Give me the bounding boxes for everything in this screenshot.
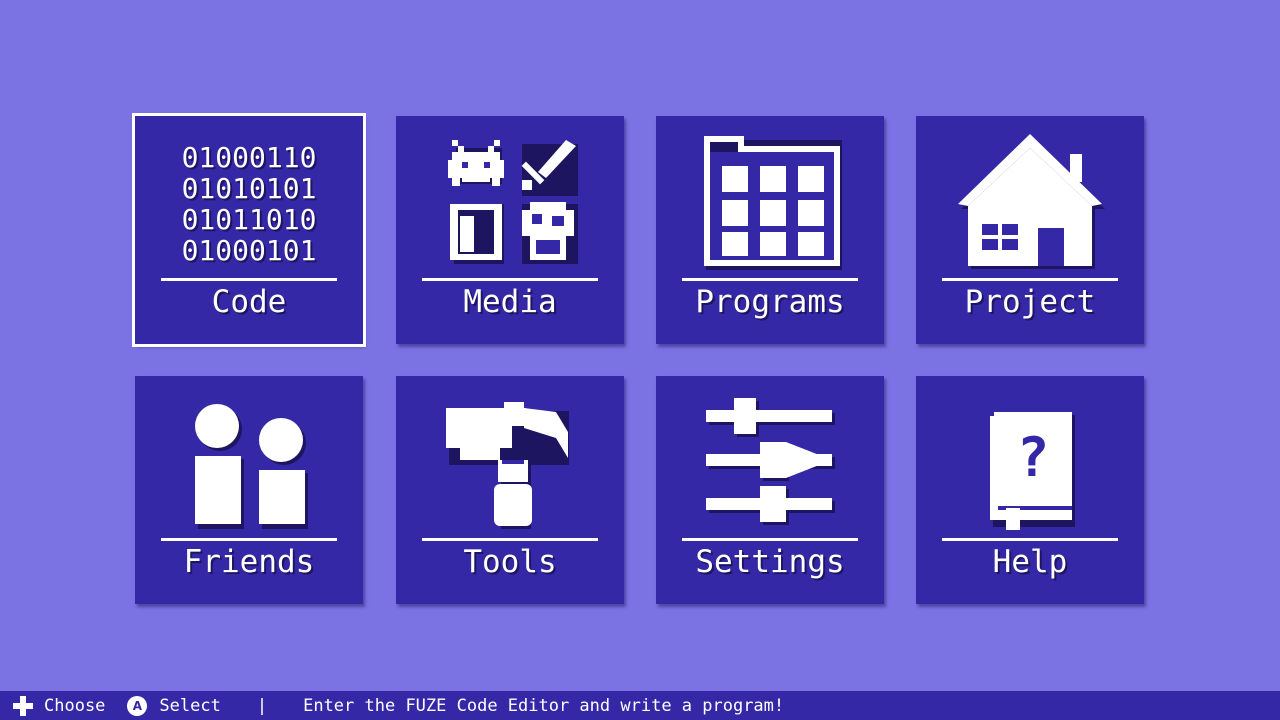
tile-media[interactable]: Media [396,116,624,344]
tile-divider [161,278,337,281]
binary-line: 01000110 [181,141,317,174]
choose-hint: Choose [0,695,105,717]
hint-text: Enter the FUZE Code Editor and write a p… [303,695,785,716]
tile-label: Help [992,544,1068,580]
tile-label: Settings [695,544,845,580]
dpad-icon [13,695,33,716]
tile-divider [682,278,858,281]
tile-tools[interactable]: Tools [396,376,624,604]
folder-grid-icon [656,116,884,276]
tile-divider [942,278,1118,281]
tile-divider [422,538,598,541]
binary-icon: 01000110 01010101 01011010 01000101 [135,142,363,266]
tile-label: Programs [695,284,845,320]
tile-divider [422,278,598,281]
media-icon [396,116,624,276]
tile-label: Media [463,284,557,320]
binary-line: 01000101 [181,234,317,267]
select-hint: A Select [105,695,221,716]
separator: | [256,695,268,716]
sliders-icon [656,376,884,536]
tile-divider [161,538,337,541]
a-button-icon: A [127,695,148,716]
tile-code[interactable]: 01000110 01010101 01011010 01000101 Code [132,113,366,347]
binary-line: 01010101 [181,172,317,205]
help-book-icon: ? [916,376,1144,536]
house-icon [916,116,1144,276]
friends-icon [135,376,363,536]
tile-label: Code [211,284,287,320]
tile-label: Friends [183,544,315,580]
tile-settings[interactable]: Settings [656,376,884,604]
tile-project[interactable]: Project [916,116,1144,344]
tile-programs[interactable]: Programs [656,116,884,344]
binary-line: 01011010 [181,203,317,236]
tile-help[interactable]: ? Help [916,376,1144,604]
svg-text:?: ? [1017,426,1050,489]
choose-label: Choose [44,695,106,716]
tile-label: Tools [463,544,557,580]
tile-friends[interactable]: Friends [135,376,363,604]
select-label: Select [159,695,221,716]
tile-divider [942,538,1118,541]
tile-label: Project [964,284,1096,320]
hammer-icon [396,376,624,536]
bottom-hint-bar: Choose A Select | Enter the FUZE Code Ed… [0,691,1280,720]
tile-divider [682,538,858,541]
